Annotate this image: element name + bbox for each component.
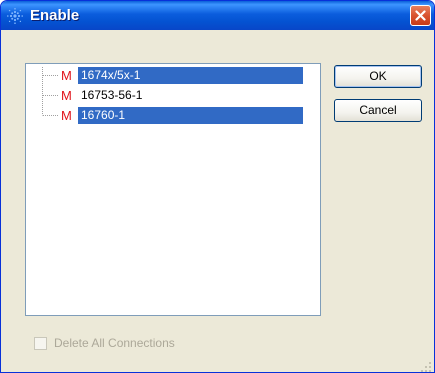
tree-connector-lines: [42, 67, 58, 116]
tree-item-label: 16753-56-1: [81, 88, 143, 102]
tree-item-label: 16760-1: [78, 107, 303, 124]
module-marker: M: [61, 68, 72, 83]
module-tree-list[interactable]: M 1674x/5x-1 M 16753-56-1 M 16760-1: [25, 63, 321, 316]
tree-item-label: 1674x/5x-1: [78, 67, 303, 84]
agilent-spark-icon: [6, 7, 24, 25]
cancel-button[interactable]: Cancel: [334, 99, 422, 122]
enable-dialog: Enable M 1674x/5x-1 M 16753-56-1 M 16760…: [0, 0, 435, 373]
ok-button[interactable]: OK: [334, 65, 422, 88]
close-button[interactable]: [410, 5, 431, 26]
module-marker: M: [61, 108, 72, 123]
module-marker: M: [61, 88, 72, 103]
window-title: Enable: [30, 7, 80, 24]
title-bar[interactable]: Enable: [1, 1, 434, 30]
delete-all-connections-checkbox[interactable]: [34, 337, 47, 350]
delete-all-connections-label: Delete All Connections: [54, 336, 175, 350]
resize-grip-icon[interactable]: [420, 358, 432, 372]
